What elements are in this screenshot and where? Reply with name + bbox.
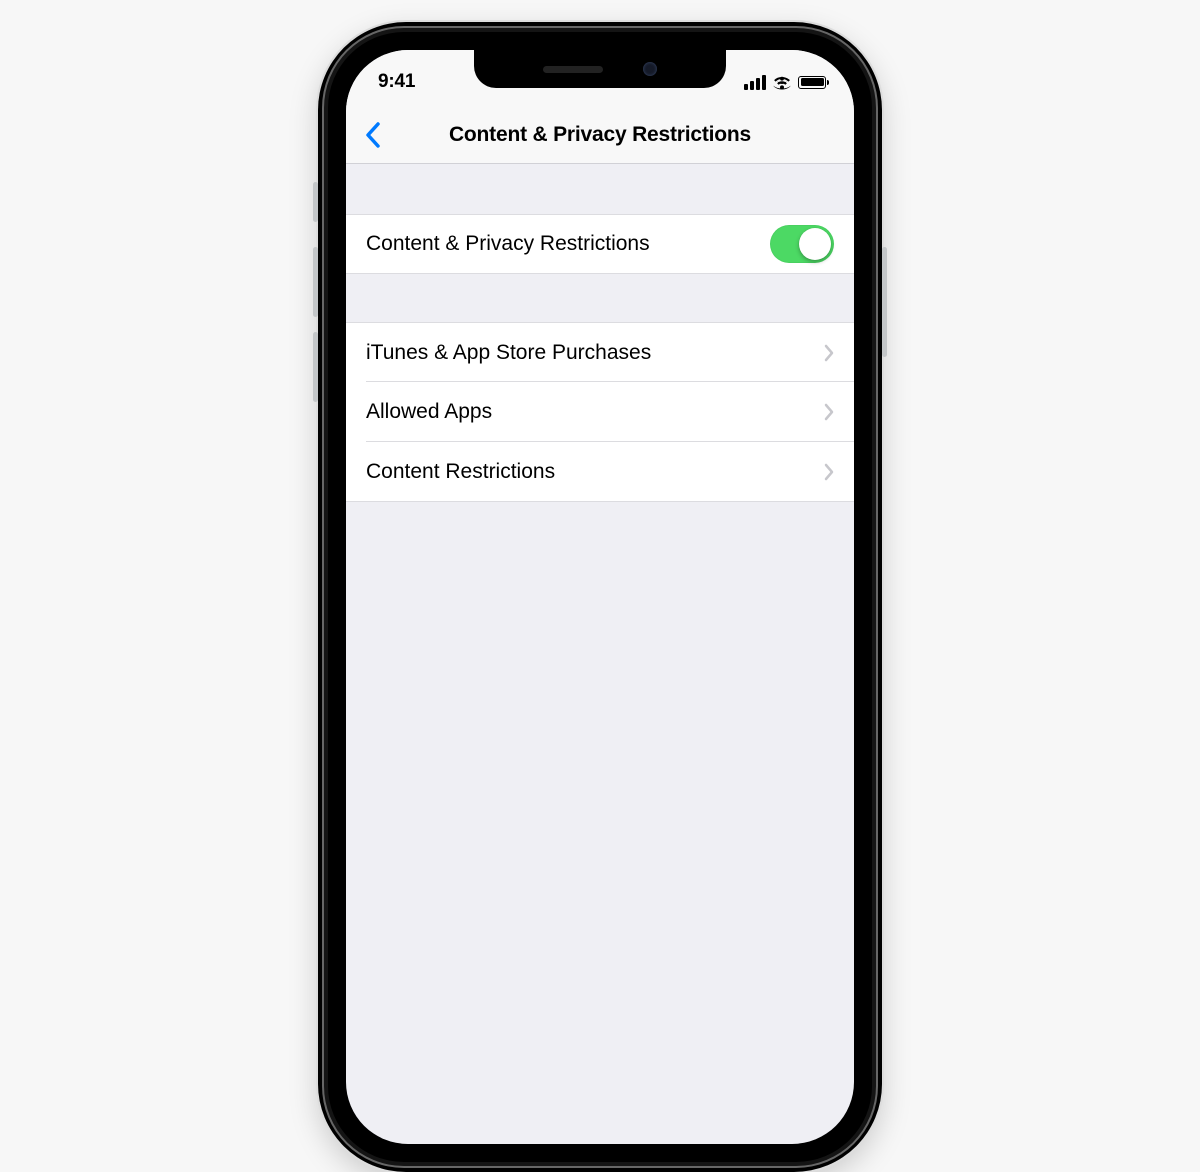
cellular-icon (744, 75, 766, 90)
allowed-apps-row[interactable]: Allowed Apps (346, 382, 854, 442)
nav-title: Content & Privacy Restrictions (449, 123, 751, 147)
row-label: Content Restrictions (366, 460, 555, 484)
notch (474, 50, 726, 88)
status-time: 9:41 (378, 71, 415, 93)
nav-header: Content & Privacy Restrictions (346, 106, 854, 164)
section-spacer (346, 164, 854, 214)
row-label: Allowed Apps (366, 400, 492, 424)
status-icons (744, 75, 826, 90)
content-privacy-toggle-row[interactable]: Content & Privacy Restrictions (346, 214, 854, 274)
front-camera (643, 62, 657, 76)
phone-frame: 9:41 Content & Privacy Restrictions (318, 22, 882, 1172)
toggle-switch[interactable] (770, 225, 834, 263)
screen: 9:41 Content & Privacy Restrictions (346, 50, 854, 1144)
chevron-left-icon (365, 122, 381, 148)
mute-switch (313, 182, 318, 222)
back-button[interactable] (356, 118, 390, 152)
chevron-right-icon (824, 403, 834, 421)
content-restrictions-row[interactable]: Content Restrictions (346, 442, 854, 502)
section-spacer (346, 274, 854, 322)
volume-down-button (313, 332, 318, 402)
side-button (882, 247, 887, 357)
itunes-appstore-purchases-row[interactable]: iTunes & App Store Purchases (346, 322, 854, 382)
chevron-right-icon (824, 463, 834, 481)
volume-up-button (313, 247, 318, 317)
row-label: iTunes & App Store Purchases (366, 341, 651, 365)
speaker-grille (543, 66, 603, 73)
toggle-label: Content & Privacy Restrictions (366, 232, 650, 256)
battery-icon (798, 76, 826, 89)
toggle-knob (799, 228, 831, 260)
chevron-right-icon (824, 344, 834, 362)
wifi-icon (772, 75, 792, 90)
